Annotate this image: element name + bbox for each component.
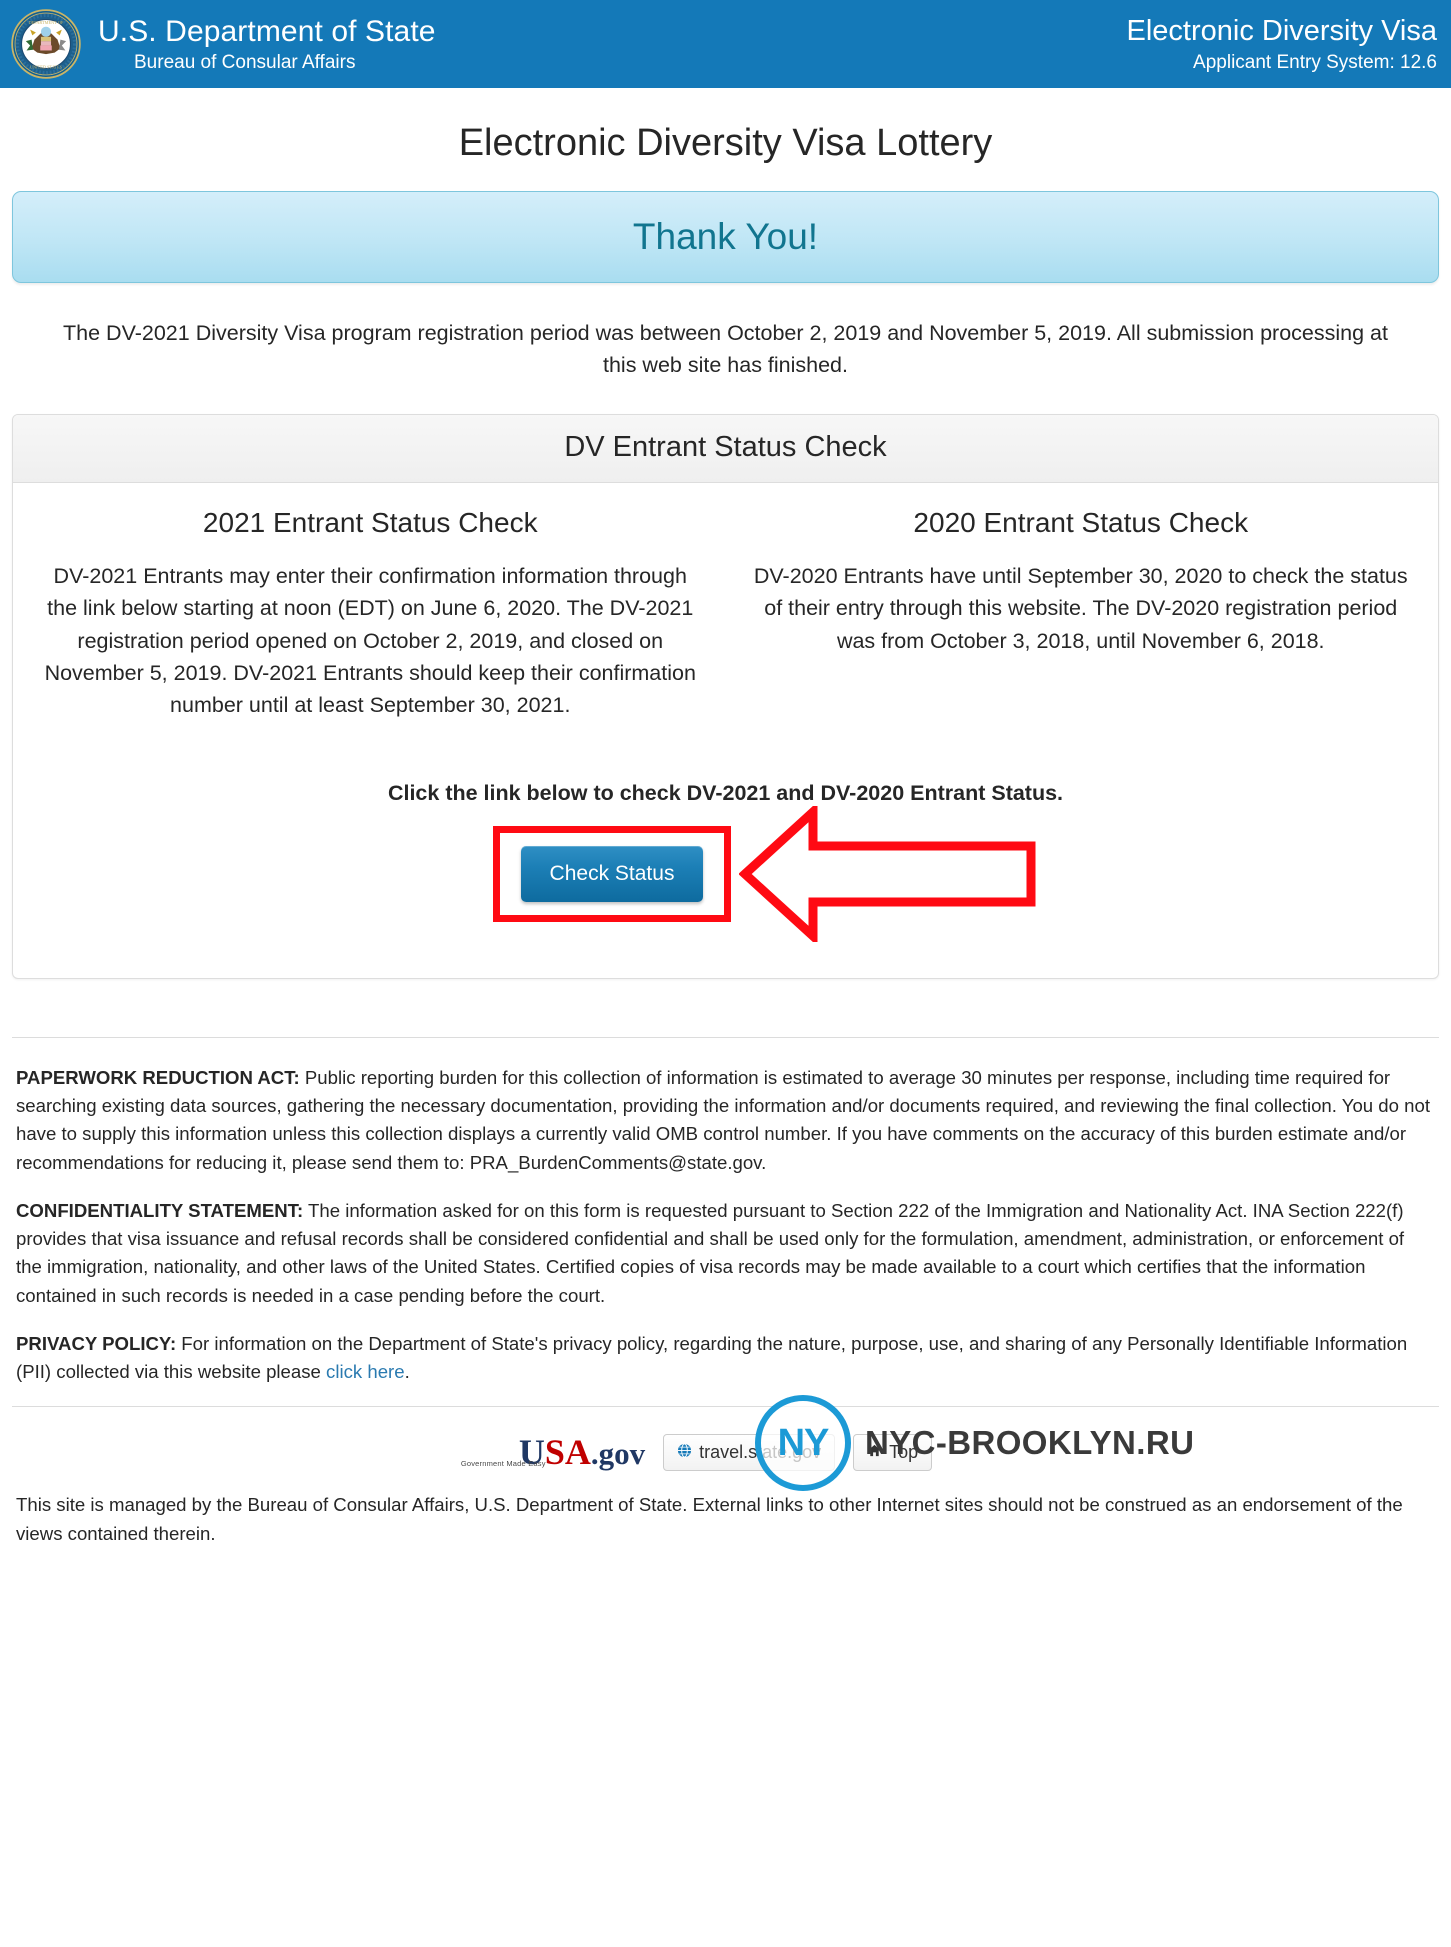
travel-state-gov-button[interactable]: travel.state.gov: [663, 1433, 836, 1471]
svg-text:UNITED STATES: UNITED STATES: [30, 64, 63, 69]
legal-notices: PAPERWORK REDUCTION ACT: Public reportin…: [10, 1038, 1441, 1387]
privacy-policy-paragraph: PRIVACY POLICY: For information on the D…: [16, 1330, 1435, 1387]
dv-entrant-status-check-panel: DV Entrant Status Check 2021 Entrant Sta…: [12, 413, 1439, 979]
panel-header: DV Entrant Status Check: [13, 414, 1438, 483]
globe-icon: [677, 1443, 692, 1461]
check-status-row: Check Status: [27, 801, 1424, 946]
privacy-policy-link[interactable]: click here: [326, 1361, 405, 1382]
header-left-group: DEPARTMENT OF UNITED STATES U.S. Departm…: [10, 8, 436, 80]
panel-bottom-spacer: [27, 940, 1424, 966]
privacy-policy-text: For information on the Department of Sta…: [16, 1332, 1408, 1382]
svg-text:DEPARTMENT OF: DEPARTMENT OF: [29, 20, 64, 25]
intro-paragraph: The DV-2021 Diversity Visa program regis…: [63, 321, 1388, 378]
thank-you-banner: Thank You!: [12, 191, 1439, 283]
usagov-logo[interactable]: U SA .gov Government Made Easy: [461, 1432, 646, 1473]
column-2020-entrant-status-check: 2020 Entrant Status Check DV-2020 Entran…: [738, 501, 1425, 743]
cta-instruction-text: Click the link below to check DV-2021 an…: [387, 780, 1064, 805]
check-status-highlight-box: Check Status: [493, 825, 731, 922]
header-right-group: Electronic Diversity Visa Applicant Entr…: [1126, 15, 1437, 73]
back-to-top-button[interactable]: Top: [853, 1433, 933, 1471]
usagov-logo-sa: SA: [544, 1432, 591, 1473]
system-version: Applicant Entry System: 12.6: [1193, 51, 1437, 73]
column-text-2021: DV-2021 Entrants may enter their confirm…: [44, 564, 696, 717]
column-title-2020: 2020 Entrant Status Check: [913, 506, 1249, 538]
column-text-2020: DV-2020 Entrants have until September 30…: [753, 564, 1408, 653]
privacy-policy-text-end: .: [404, 1361, 410, 1382]
department-title: U.S. Department of State: [98, 15, 436, 49]
paperwork-reduction-act-label: PAPERWORK REDUCTION ACT:: [16, 1066, 300, 1088]
back-to-top-label: Top: [889, 1441, 919, 1462]
site-footer: U SA .gov Government Made Easy travel.stat…: [10, 1395, 1441, 1548]
usagov-tagline: Government Made Easy: [460, 1459, 546, 1469]
us-department-of-state-seal-icon: DEPARTMENT OF UNITED STATES: [10, 8, 82, 80]
department-titles: U.S. Department of State Bureau of Consu…: [98, 15, 436, 73]
paperwork-reduction-act-paragraph: PAPERWORK REDUCTION ACT: Public reportin…: [16, 1064, 1435, 1177]
panel-heading: DV Entrant Status Check: [564, 430, 887, 463]
footer-note: This site is managed by the Bureau of Co…: [16, 1494, 1403, 1544]
home-icon: [867, 1443, 882, 1461]
column-2021-entrant-status-check: 2021 Entrant Status Check DV-2021 Entran…: [27, 501, 714, 743]
red-arrow-annotation-icon: [738, 801, 1039, 946]
system-title: Electronic Diversity Visa: [1126, 15, 1437, 48]
site-header: DEPARTMENT OF UNITED STATES U.S. Departm…: [0, 0, 1451, 88]
confidentiality-statement-label: CONFIDENTIALITY STATEMENT:: [16, 1199, 304, 1221]
usagov-logo-dotgov: .gov: [590, 1436, 646, 1472]
page-content: Electronic Diversity Visa Lottery Thank …: [0, 122, 1451, 1548]
check-status-button[interactable]: Check Status: [521, 845, 703, 902]
department-subtitle: Bureau of Consular Affairs: [134, 51, 356, 73]
privacy-policy-label: PRIVACY POLICY:: [16, 1332, 177, 1354]
footer-button-bar: U SA .gov Government Made Easy travel.stat…: [10, 1429, 1441, 1475]
page-title: Electronic Diversity Visa Lottery: [458, 122, 993, 164]
travel-state-gov-label: travel.state.gov: [699, 1441, 822, 1462]
status-check-columns: 2021 Entrant Status Check DV-2021 Entran…: [27, 501, 1424, 743]
panel-body: 2021 Entrant Status Check DV-2021 Entran…: [13, 483, 1438, 978]
confidentiality-statement-paragraph: CONFIDENTIALITY STATEMENT: The informati…: [16, 1197, 1435, 1310]
thank-you-text: Thank You!: [632, 216, 819, 257]
column-title-2021: 2021 Entrant Status Check: [202, 506, 538, 538]
